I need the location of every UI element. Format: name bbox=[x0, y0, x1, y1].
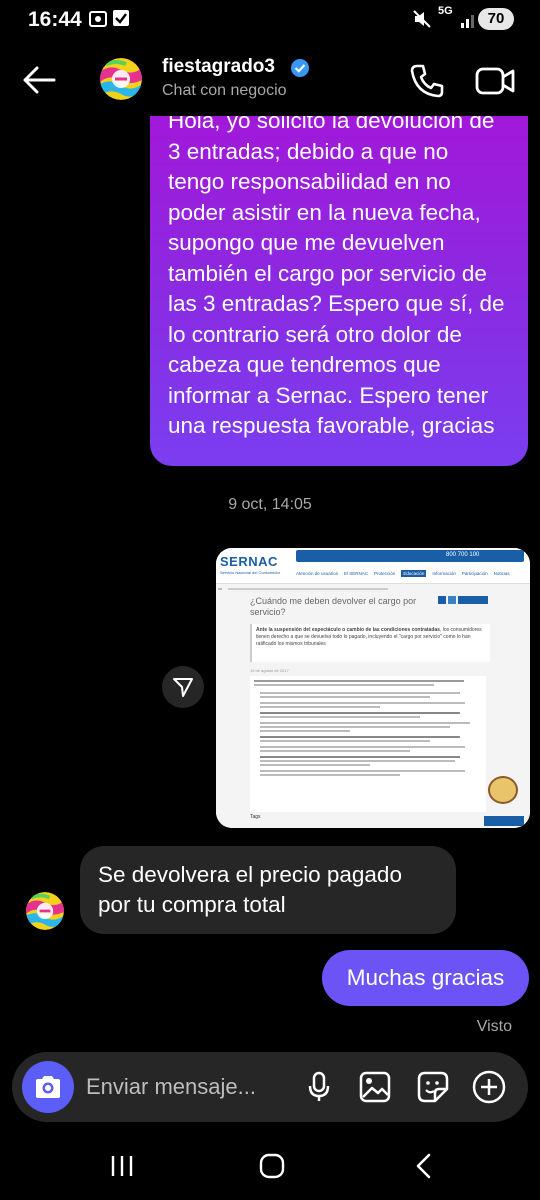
chat-header: fiestagrado3 Chat con negocio bbox=[0, 44, 540, 116]
back-arrow-icon bbox=[23, 66, 56, 94]
menu-item: El SERNAC bbox=[344, 570, 369, 576]
page-body: ¿Cuándo me deben devolver el cargo por s… bbox=[216, 584, 530, 828]
fiesta-logo-icon bbox=[100, 58, 142, 100]
share-tile bbox=[448, 596, 456, 604]
phone-icon bbox=[410, 64, 444, 98]
message-input[interactable] bbox=[86, 1068, 286, 1106]
seen-indicator: Visto bbox=[476, 1018, 512, 1035]
contact-name[interactable]: fiestagrado3 bbox=[162, 56, 275, 78]
home-button[interactable] bbox=[252, 1150, 292, 1182]
send-share-icon bbox=[173, 678, 193, 697]
contact-avatar-small[interactable] bbox=[26, 892, 64, 930]
outgoing-message-bubble[interactable]: Hola, yo solicito la devolución de 3 ent… bbox=[150, 116, 528, 466]
back-button[interactable] bbox=[20, 62, 60, 98]
system-nav-bar bbox=[0, 1130, 540, 1200]
message-timestamp: 9 oct, 14:05 bbox=[228, 496, 312, 513]
check-notification-icon bbox=[112, 9, 130, 32]
incoming-message-text: Se devolvera el precio pagado por tu com… bbox=[98, 862, 402, 917]
lead-bold: Ante la suspensión del espectáculo o cam… bbox=[256, 627, 440, 633]
outgoing-message-text: Hola, yo solicito la devolución de 3 ent… bbox=[168, 116, 505, 438]
mute-icon bbox=[412, 9, 432, 34]
more-options-button[interactable] bbox=[472, 1070, 506, 1104]
contact-avatar[interactable] bbox=[100, 58, 142, 100]
gallery-button[interactable] bbox=[358, 1070, 392, 1104]
article-date: 19 de agosto de 2017 bbox=[250, 668, 289, 673]
network-label: 5G bbox=[438, 5, 453, 17]
camera-icon bbox=[36, 1076, 60, 1098]
menu-item: Participación bbox=[461, 570, 488, 576]
image-icon bbox=[359, 1071, 391, 1103]
article-title: ¿Cuándo me deben devolver el cargo por s… bbox=[250, 596, 417, 617]
voice-call-button[interactable] bbox=[408, 62, 446, 100]
article-lead: Ante la suspensión del espectáculo o cam… bbox=[250, 624, 490, 662]
camera-button[interactable] bbox=[22, 1061, 74, 1113]
breadcrumb bbox=[228, 588, 388, 590]
article-tags: Tags bbox=[250, 814, 261, 820]
menu-item: Noticias bbox=[493, 570, 510, 576]
contact-subtitle: Chat con negocio bbox=[162, 82, 287, 99]
shared-image-message[interactable]: SERNAC Servicio Nacional del Consumidor … bbox=[216, 548, 530, 828]
sernac-logo: SERNAC bbox=[220, 554, 278, 569]
menu-item: Educación bbox=[401, 569, 427, 577]
plus-circle-icon bbox=[472, 1070, 506, 1104]
sernac-header: SERNAC Servicio Nacional del Consumidor … bbox=[216, 548, 530, 584]
verified-badge-icon bbox=[290, 58, 310, 83]
menu-item: Atención de usuarios bbox=[296, 570, 339, 576]
outgoing-message-bubble-short[interactable]: Muchas gracias bbox=[322, 950, 529, 1006]
share-button[interactable] bbox=[162, 666, 204, 708]
signal-icon bbox=[460, 9, 478, 34]
video-call-button[interactable] bbox=[474, 62, 516, 100]
share-tile bbox=[458, 596, 488, 604]
recents-button[interactable] bbox=[102, 1150, 142, 1182]
menu-item: Protección bbox=[374, 570, 396, 576]
recents-icon bbox=[111, 1156, 133, 1176]
status-bar: 16:44 5G 70 bbox=[0, 0, 540, 40]
fiesta-logo-icon bbox=[26, 892, 64, 930]
screenshot-icon bbox=[88, 9, 108, 34]
microphone-icon bbox=[308, 1071, 330, 1101]
chat-widget bbox=[484, 816, 524, 826]
sticker-icon bbox=[417, 1071, 449, 1103]
sernac-menu: Atención de usuarios El SERNAC Protecció… bbox=[296, 566, 524, 580]
share-tile bbox=[438, 596, 446, 604]
incoming-message-bubble[interactable]: Se devolvera el precio pagado por tu com… bbox=[80, 846, 456, 934]
chevron-left-icon bbox=[416, 1153, 431, 1179]
top-bar: 800 700 100 bbox=[296, 550, 524, 562]
sticker-button[interactable] bbox=[416, 1070, 450, 1104]
voice-message-button[interactable] bbox=[302, 1070, 336, 1104]
article-content bbox=[250, 676, 486, 812]
chat-thread[interactable]: Hola, yo solicito la devolución de 3 ent… bbox=[0, 116, 540, 1046]
sernac-phone: 800 700 100 bbox=[446, 552, 480, 558]
home-icon bbox=[259, 1153, 285, 1179]
battery-indicator: 70 bbox=[478, 8, 514, 30]
back-nav-button[interactable] bbox=[404, 1150, 444, 1182]
sernac-logo-sub: Servicio Nacional del Consumidor bbox=[220, 570, 281, 575]
message-composer bbox=[12, 1052, 528, 1122]
video-camera-icon bbox=[475, 67, 515, 95]
status-time: 16:44 bbox=[28, 8, 82, 31]
mascot-image bbox=[488, 776, 518, 804]
menu-item: Información bbox=[432, 570, 456, 576]
